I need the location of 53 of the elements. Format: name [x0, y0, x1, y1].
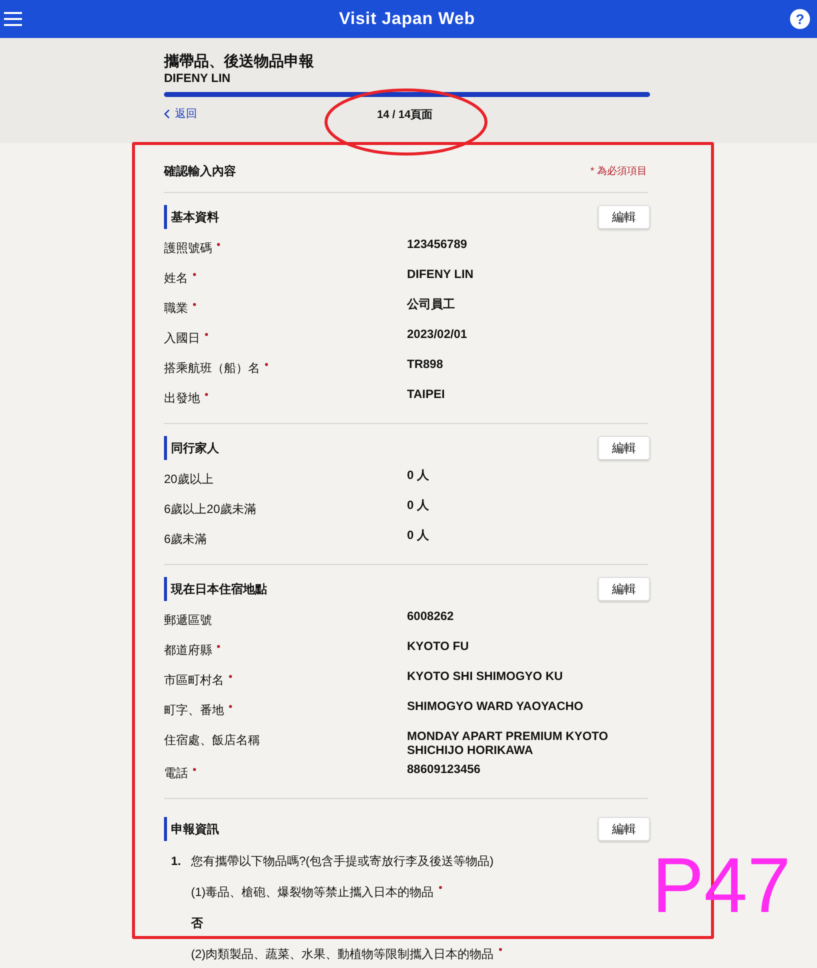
field-label: 搭乘航班（船）名 [164, 360, 260, 376]
field-label: 姓名 [164, 270, 188, 286]
field-value: 6008262 [407, 609, 455, 623]
applicant-name: DIFENY LIN [164, 71, 232, 86]
field-label: 住宿處、飯店名稱 [164, 732, 260, 748]
field-value: KYOTO FU [407, 639, 470, 653]
section-heading: 確認輸入內容 [164, 163, 236, 180]
field-label: 6歲未滿 [164, 531, 207, 547]
help-icon[interactable]: ? [790, 9, 810, 29]
section-title: 現在日本住宿地點 [164, 577, 267, 601]
field-value: 0 人 [407, 468, 430, 482]
required-note: * 為必須項目 [590, 164, 648, 178]
field-value: DIFENY LIN [407, 267, 474, 281]
field-value: 88609123456 [407, 762, 482, 776]
section-title: 基本資料 [164, 205, 219, 229]
edit-button[interactable]: 編輯 [598, 817, 650, 841]
field-label: 都道府縣 [164, 642, 212, 658]
field-label: 職業 [164, 300, 188, 316]
section-title: 申報資訊 [164, 817, 219, 841]
page-counter: 14 / 14頁面 [377, 108, 433, 123]
field-label: 護照號碼 [164, 240, 212, 256]
field-label: 20歲以上 [164, 471, 214, 487]
menu-icon[interactable] [4, 10, 24, 28]
field-value: MONDAY APART PREMIUM KYOTO SHICHIJO HORIKAWA [407, 729, 610, 757]
field-label: 郵遞區號 [164, 612, 212, 628]
page-title: 攜帶品、後送物品申報 [164, 53, 315, 71]
back-link[interactable]: 返回 [164, 106, 197, 122]
field-value: 2023/02/01 [407, 327, 468, 341]
field-label: 入國日 [164, 330, 200, 346]
answer-value: 否 [191, 914, 203, 932]
field-value: KYOTO SHI SHIMOGYO KU [407, 669, 564, 683]
question-item: (1)毒品、槍砲、爆裂物等禁止攜入日本的物品 [191, 884, 434, 900]
chevron-left-icon [164, 109, 170, 119]
edit-button[interactable]: 編輯 [598, 577, 650, 601]
field-label: 町字、番地 [164, 702, 224, 718]
field-value: TAIPEI [407, 387, 446, 401]
edit-button[interactable]: 編輯 [598, 436, 650, 460]
field-value: 0 人 [407, 528, 430, 542]
field-value: TR898 [407, 357, 444, 371]
field-label: 市區町村名 [164, 672, 224, 688]
field-value: 0 人 [407, 498, 430, 512]
field-label: 電話 [164, 765, 188, 781]
question-text: 您有攜帶以下物品嗎?(包含手提或寄放行李及後送等物品) [191, 852, 494, 870]
field-value: 123456789 [407, 237, 468, 251]
question-number: 1. [170, 852, 182, 870]
section-title: 同行家人 [164, 436, 219, 460]
question-item: (2)肉類製品、蔬菜、水果、動植物等限制攜入日本的物品 [191, 946, 494, 962]
field-value: SHIMOGYO WARD YAOYACHO [407, 699, 584, 713]
edit-button[interactable]: 編輯 [598, 205, 650, 229]
field-value: 公司員工 [407, 297, 456, 311]
app-title: Visit Japan Web [338, 8, 476, 30]
field-label: 6歲以上20歲未滿 [164, 501, 256, 517]
field-label: 出發地 [164, 390, 200, 406]
